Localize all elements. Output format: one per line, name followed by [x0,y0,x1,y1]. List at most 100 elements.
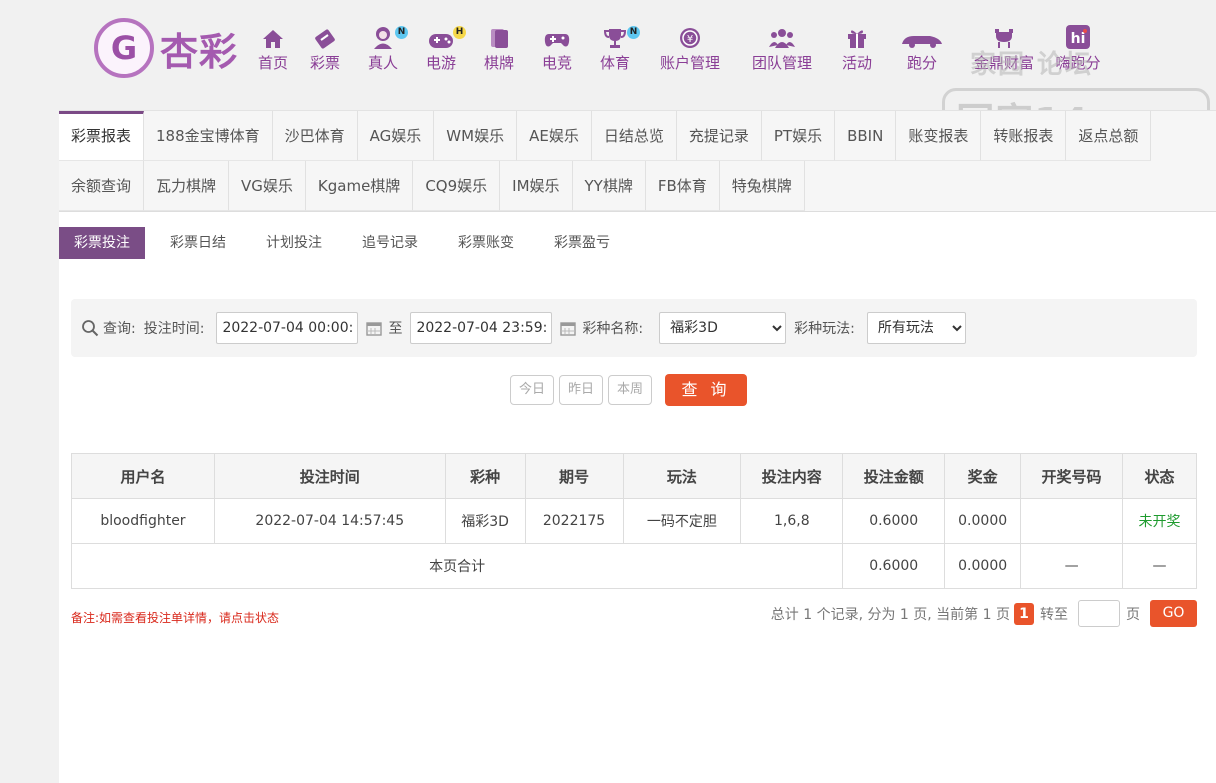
cards-icon [487,24,511,50]
gift-icon [845,24,869,50]
tab-ae[interactable]: AE娱乐 [517,111,592,161]
nav-item-activity[interactable]: 活动 [828,24,886,73]
end-time-input[interactable] [410,312,553,344]
tab-tetu-cards[interactable]: 特兔棋牌 [719,161,805,211]
brand-logo[interactable]: G 杏彩 [94,18,238,78]
gamepad-icon [427,24,455,50]
col-issue: 期号 [524,453,624,499]
calendar-icon[interactable] [366,320,383,336]
page-number-input[interactable] [1078,600,1120,627]
page-label: 页 [1126,606,1140,623]
tab-yy-cards[interactable]: YY棋牌 [572,161,646,211]
total-draw: — [1020,543,1123,589]
this-week-button[interactable]: 本周 [608,375,652,405]
cell-bonus: 0.0000 [944,498,1022,544]
col-bet-time: 投注时间 [213,453,446,499]
note-text: 备注:如需查看投注单详情，请点击状态 [71,611,280,625]
nav-item-cards[interactable]: 棋牌 [470,24,528,73]
calendar-icon[interactable] [560,320,577,336]
play-type-label: 彩种玩法: [794,321,855,337]
total-bonus: 0.0000 [944,543,1022,589]
nav-item-live[interactable]: N 真人 [354,24,412,73]
watermark-text: 家园 论坛 [970,50,1094,80]
nav-item-team[interactable]: 团队管理 [736,24,828,73]
col-bonus: 奖金 [944,453,1022,499]
col-draw-number: 开奖号码 [1020,453,1123,499]
tab-kgame[interactable]: Kgame棋牌 [305,161,414,211]
cell-username: bloodfighter [71,498,215,544]
total-status: — [1122,543,1197,589]
subtab-chase-records[interactable]: 追号记录 [347,227,433,259]
current-page[interactable]: 1 [1014,602,1034,625]
nav-item-sports[interactable]: N 体育 [586,24,644,73]
tab-im[interactable]: IM娱乐 [500,161,573,211]
filter-bar: 查询: 投注时间: 至 彩种名称: 福彩3D 彩种玩法: 所有玩法 [71,299,1197,357]
bet-time-label: 投注时间: [143,321,205,337]
pager-summary: 总计 1 个记录, 分为 1 页, 当前第 1 页 [770,606,1010,623]
col-amount: 投注金额 [842,453,946,499]
tab-fb-sports[interactable]: FB体育 [645,161,720,211]
subtab-lottery-bets[interactable]: 彩票投注 [59,227,145,259]
cell-play: 一码不定胆 [622,498,742,544]
logo-mark: G [94,18,154,78]
search-icon [82,320,99,337]
to-label: 至 [388,321,403,337]
query-label: 查询: [103,321,136,337]
new-badge: N [395,26,408,39]
tab-vg[interactable]: VG娱乐 [229,161,306,211]
yesterday-button[interactable]: 昨日 [559,375,603,405]
report-tabs: 彩票报表 188金宝博体育 沙巴体育 AG娱乐 WM娱乐 AE娱乐 日结总览 充… [59,111,1216,212]
tab-ag[interactable]: AG娱乐 [357,111,435,161]
status-link[interactable]: 未开奖 [1122,498,1197,544]
tab-daily-overview[interactable]: 日结总览 [591,111,677,161]
tab-saba-sports[interactable]: 沙巴体育 [272,111,358,161]
table-row: bloodfighter 2022-07-04 14:57:45 福彩3D 20… [71,498,1197,544]
nav-item-account[interactable]: ¥ 账户管理 [644,24,736,73]
nav-item-slots[interactable]: H 电游 [412,24,470,73]
tab-account-change[interactable]: 账变报表 [896,111,982,161]
subtab-lottery-profit[interactable]: 彩票盈亏 [539,227,625,259]
nav-item-lottery[interactable]: 彩票 [296,24,354,73]
col-play: 玩法 [622,453,742,499]
car-icon [900,24,944,50]
top-navigation: G 杏彩 首页 彩票 N 真人 H 电游 棋牌 电竞 N 体育 ¥ 账户管理 团… [0,0,1216,148]
hot-badge: H [453,26,466,39]
total-row: 本页合计 0.6000 0.0000 — — [70,543,1197,589]
goto-label: 转至 [1040,606,1068,623]
live-dealer-icon [370,24,396,50]
controller-icon [543,24,571,50]
tab-balance-query[interactable]: 余额查询 [59,161,145,211]
lottery-select[interactable]: 福彩3D [659,312,787,344]
tab-wali-cards[interactable]: 瓦力棋牌 [144,161,230,211]
subtab-lottery-account-change[interactable]: 彩票账变 [443,227,529,259]
nav-item-home[interactable]: 首页 [250,24,296,73]
tab-wm[interactable]: WM娱乐 [434,111,518,161]
ticket-icon [312,24,338,50]
tab-deposit-withdraw[interactable]: 充提记录 [676,111,762,161]
subtab-lottery-daily[interactable]: 彩票日结 [155,227,241,259]
pagination: 总计 1 个记录, 分为 1 页, 当前第 1 页 1 转至 页 GO [771,600,1197,627]
start-time-input[interactable] [216,312,359,344]
go-button[interactable]: GO [1150,600,1197,627]
play-type-select[interactable]: 所有玩法 [866,312,966,344]
nav-item-esports[interactable]: 电竞 [528,24,586,73]
subtab-plan-bets[interactable]: 计划投注 [251,227,337,259]
nav-item-paofen[interactable]: 跑分 [886,24,958,73]
yen-icon: ¥ [678,24,702,50]
logo-text: 杏彩 [160,28,239,74]
total-amount: 0.6000 [842,543,946,589]
cell-issue: 2022175 [524,498,624,544]
svg-text:¥: ¥ [687,34,693,45]
search-button[interactable]: 查 询 [665,374,747,406]
tab-188-sports[interactable]: 188金宝博体育 [144,111,273,161]
tab-lottery-report[interactable]: 彩票报表 [59,111,145,161]
tab-cq9[interactable]: CQ9娱乐 [413,161,501,211]
cell-bet-time: 2022-07-04 14:57:45 [213,498,446,544]
tab-rebate-total[interactable]: 返点总额 [1066,111,1152,161]
tab-transfer-report[interactable]: 转账报表 [981,111,1067,161]
col-content: 投注内容 [740,453,844,499]
home-icon [261,24,285,50]
today-button[interactable]: 今日 [510,375,554,405]
tab-bbin[interactable]: BBIN [835,111,897,161]
tab-pt[interactable]: PT娱乐 [761,111,836,161]
